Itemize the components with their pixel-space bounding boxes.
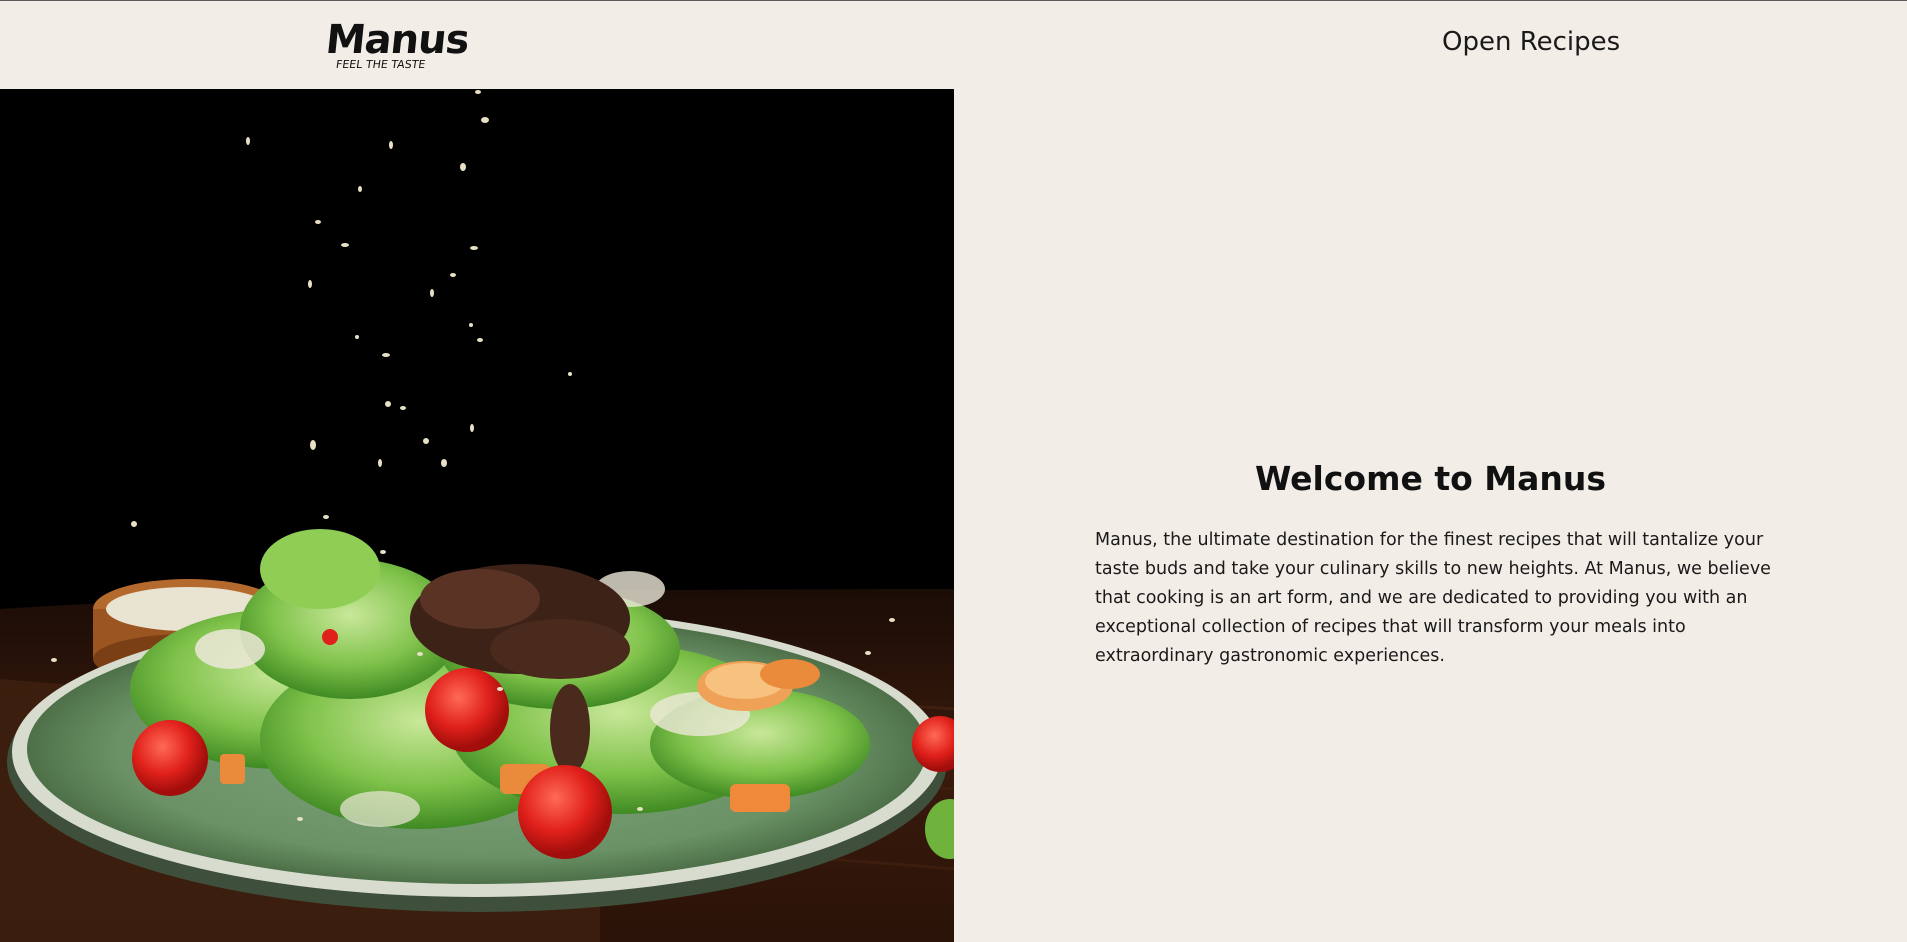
- logo-wordmark: Manus: [323, 17, 471, 63]
- welcome-description: Manus, the ultimate destination for the …: [1095, 530, 1771, 666]
- welcome-heading: Welcome to Manus: [1254, 459, 1607, 498]
- hero-salad-image: [0, 89, 954, 942]
- logo[interactable]: Manus FEEL THE TASTE: [324, 17, 471, 73]
- open-recipes-link[interactable]: Open Recipes: [1442, 27, 1620, 57]
- logo-tagline: FEEL THE TASTE: [335, 58, 427, 71]
- site-header: Manus FEEL THE TASTE Open Recipes: [0, 1, 1907, 89]
- welcome-section: Welcome to Manus Manus, the ultimate des…: [954, 89, 1907, 942]
- salad-illustration: [0, 89, 954, 942]
